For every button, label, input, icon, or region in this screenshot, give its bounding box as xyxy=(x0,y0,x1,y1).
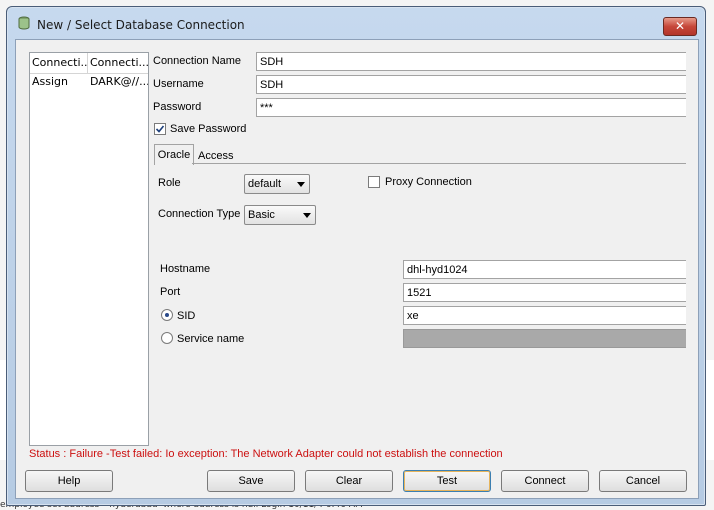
role-label: Role xyxy=(158,177,181,189)
list-item-name[interactable]: Assign xyxy=(30,74,87,90)
role-value: default xyxy=(248,178,282,190)
title-bar[interactable]: New / Select Database Connection ✕ xyxy=(7,7,705,36)
hostname-label: Hostname xyxy=(160,263,211,275)
list-item-details[interactable]: DARK@//... xyxy=(88,74,148,90)
chevron-down-icon xyxy=(297,182,305,187)
service-name-field xyxy=(403,329,688,348)
tab-divider xyxy=(192,163,688,164)
database-icon xyxy=(17,16,31,30)
password-label: Password xyxy=(153,101,202,113)
proxy-connection-label: Proxy Connection xyxy=(385,176,472,188)
chevron-down-icon xyxy=(303,213,311,218)
connect-button[interactable]: Connect xyxy=(501,470,589,492)
service-name-radio[interactable] xyxy=(161,332,173,344)
test-button[interactable]: Test xyxy=(403,470,491,492)
username-field[interactable]: SDH xyxy=(256,75,688,94)
scrollbar[interactable] xyxy=(686,52,696,444)
cancel-button[interactable]: Cancel xyxy=(599,470,687,492)
save-password-label: Save Password xyxy=(170,123,247,135)
status-message: Status : Failure -Test failed: Io except… xyxy=(29,448,503,460)
sid-label: SID xyxy=(177,310,196,322)
role-dropdown[interactable]: default xyxy=(244,174,310,194)
service-name-label: Service name xyxy=(177,333,245,345)
hostname-field[interactable]: dhl-hyd1024 xyxy=(403,260,688,279)
connection-type-label: Connection Type xyxy=(158,208,241,220)
port-label: Port xyxy=(160,286,181,298)
password-field[interactable]: *** xyxy=(256,98,688,117)
close-button[interactable]: ✕ xyxy=(663,17,697,36)
tab-oracle[interactable]: Oracle xyxy=(154,144,194,165)
dialog-content: Connecti... Connecti... Assign DARK@//..… xyxy=(15,39,699,499)
database-connection-dialog: New / Select Database Connection ✕ Conne… xyxy=(6,6,706,506)
connection-name-label: Connection Name xyxy=(153,55,242,67)
save-button[interactable]: Save xyxy=(207,470,295,492)
connection-type-value: Basic xyxy=(248,209,275,221)
sid-field[interactable]: xe xyxy=(403,306,688,325)
proxy-connection-checkbox[interactable] xyxy=(368,176,380,188)
column-header-details[interactable]: Connecti... xyxy=(88,53,148,74)
sid-radio[interactable] xyxy=(161,309,173,321)
checkmark-icon xyxy=(155,125,165,133)
clear-button[interactable]: Clear xyxy=(305,470,393,492)
port-field[interactable]: 1521 xyxy=(403,283,688,302)
close-icon: ✕ xyxy=(674,19,686,33)
radio-selected-icon xyxy=(165,313,169,317)
username-label: Username xyxy=(153,78,204,90)
connection-type-dropdown[interactable]: Basic xyxy=(244,205,316,225)
column-header-name[interactable]: Connecti... xyxy=(30,53,88,74)
window-title: New / Select Database Connection xyxy=(37,18,245,32)
connection-name-field[interactable]: SDH xyxy=(256,52,688,71)
help-button[interactable]: Help xyxy=(25,470,113,492)
connection-list[interactable]: Connecti... Connecti... Assign DARK@//..… xyxy=(29,52,149,446)
save-password-checkbox[interactable] xyxy=(154,123,166,135)
